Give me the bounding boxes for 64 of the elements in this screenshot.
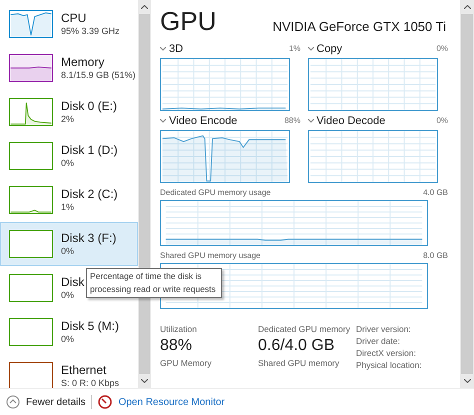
item-name: Disk 1 (D:) [61,142,118,158]
stat-label: Shared GPU memory [258,357,340,369]
stat-label: Dedicated GPU memory [258,323,352,335]
fewer-details-button[interactable]: Fewer details [26,394,86,410]
stat-value: 88% [160,336,194,356]
engine-value: 1% [288,43,300,55]
item-detail: 95% 3.39 GHz [61,26,120,38]
scroll-down-icon[interactable] [141,379,148,383]
engine-value: 88% [284,115,300,127]
chevron-icon[interactable] [308,47,314,51]
item-name: Disk 5 (M:) [61,318,119,334]
graph-max: 8.0 GB [423,250,448,261]
page-title: GPU [160,8,216,34]
info-label: Driver date: [356,335,401,347]
sidebar-item[interactable]: Disk 5 (M:) 0% [0,310,138,354]
scrollbar-thumb[interactable] [461,14,473,374]
scroll-down-icon[interactable] [464,379,470,383]
item-name: Memory [61,54,106,70]
item-detail: 0% [61,290,76,302]
info-label: Driver version: [356,323,412,335]
engine-value: 0% [436,43,448,55]
item-name: Disk 3 (F:) [61,230,116,246]
item-detail: 0% [61,334,76,346]
item-name: CPU [61,10,88,26]
graph-max: 4.0 GB [423,187,448,198]
item-detail: 8.1/15.9 GB (51%) [61,70,136,82]
item-name: Disk [61,274,84,290]
sidebar-item[interactable]: CPU 95% 3.39 GHz [0,2,138,46]
resource-monitor-link[interactable]: Open Resource Monitor [118,394,225,410]
tooltip: Percentage of time the disk is processing read or write requests [86,268,222,298]
stat-label: GPU Memory [160,357,212,369]
sidebar-item[interactable]: Disk 1 (D:) 0% [0,134,138,178]
engine-value: 0% [436,115,448,127]
stat-value: 0.6/4.0 GB [258,336,336,356]
scroll-up-icon[interactable] [464,5,470,9]
stat-label: Utilization [160,323,198,335]
engine-label: 3D [169,42,184,56]
chevron-icon[interactable] [160,119,166,123]
item-detail: 2% [61,114,76,126]
sidebar-item[interactable]: Memory 8.1/15.9 GB (51%) [0,46,138,90]
sidebar-item[interactable]: Ethernet S: 0 R: 0 Kbps [0,354,138,388]
info-label: Physical location: [356,359,422,371]
item-name: Ethernet [61,362,108,378]
collapse-icon[interactable] [6,395,20,409]
graph-label: Dedicated GPU memory usage [160,187,271,198]
item-name: Disk 2 (C:) [61,186,118,202]
engine-label: Video Encode [169,114,238,128]
item-detail: 0% [61,246,76,258]
engine-label: Copy [316,42,344,56]
item-name: Disk 0 (E:) [61,98,118,114]
sidebar-item[interactable]: Disk 0 (E:) 2% [0,90,138,134]
scroll-up-icon[interactable] [141,5,148,9]
gauge-icon[interactable] [98,395,112,409]
info-label: DirectX version: [356,347,417,359]
item-detail: 0% [61,158,76,170]
sidebar-item[interactable]: Disk 2 (C:) 1% [0,178,138,222]
item-detail: 1% [61,202,76,214]
item-detail: S: 0 R: 0 Kbps [61,378,120,388]
chevron-icon[interactable] [308,119,314,123]
sidebar-item[interactable]: Disk 3 (F:) 0% [0,222,138,266]
device-name: NVIDIA GeForce GTX 1050 Ti [272,20,446,33]
chevron-icon[interactable] [160,47,166,51]
engine-label: Video Decode [316,114,386,128]
graph-label: Shared GPU memory usage [160,250,260,261]
